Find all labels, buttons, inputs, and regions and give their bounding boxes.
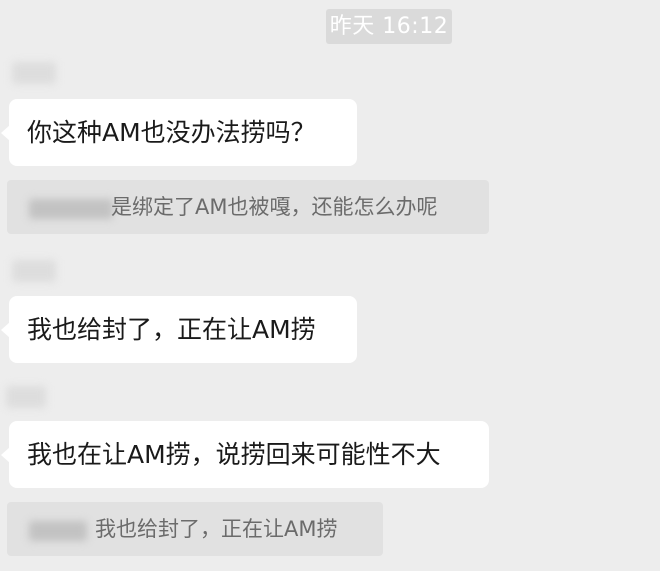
sender-name-blurred: [12, 62, 56, 84]
quoted-text: 是绑定了AM也被嘎，还能怎么办呢: [111, 195, 438, 219]
message-bubble[interactable]: 我也给封了，正在让AM捞: [1, 296, 357, 363]
sender-name-blurred: [6, 386, 46, 408]
message-bubble[interactable]: 你这种AM也没办法捞吗？: [1, 99, 357, 166]
quoted-message[interactable]: 是绑定了AM也被嘎，还能怎么办呢: [7, 180, 489, 234]
quoted-sender-name-blurred: [29, 521, 87, 541]
message-text: 我也在让AM捞，说捞回来可能性不大: [27, 440, 441, 469]
sender-name-blurred: [12, 260, 56, 282]
message-text: 你这种AM也没办法捞吗？: [27, 118, 316, 147]
quoted-text: 我也给封了，正在让AM捞: [95, 517, 338, 541]
quoted-message[interactable]: 我也给封了，正在让AM捞: [7, 502, 383, 556]
message-bubble[interactable]: 我也在让AM捞，说捞回来可能性不大: [1, 421, 489, 488]
quoted-sender-name-blurred: [29, 199, 113, 219]
chat-timestamp: 昨天 16:12: [326, 9, 452, 44]
message-text: 我也给封了，正在让AM捞: [27, 315, 316, 344]
